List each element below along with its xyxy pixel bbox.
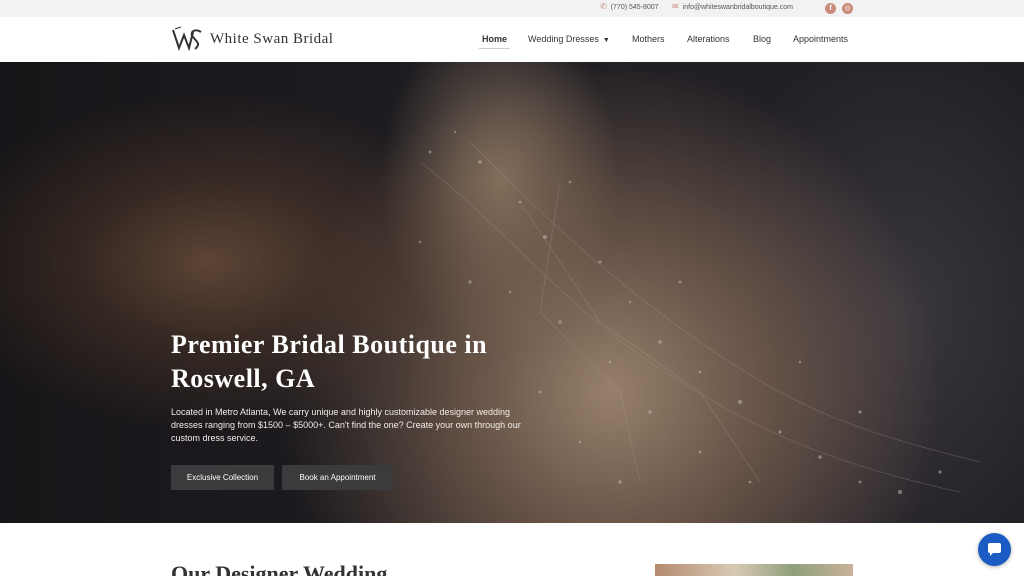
- site-header: White Swan Bridal Home Wedding Dresses ▼ …: [0, 17, 1024, 62]
- email-address[interactable]: info@whiteswanbridalboutique.com: [683, 4, 793, 11]
- top-utility-bar: ✆ (770) 545-8007 ✉ info@whiteswanbridalb…: [0, 0, 1024, 17]
- nav-wedding-dresses[interactable]: Wedding Dresses ▼: [528, 34, 610, 44]
- book-appointment-button[interactable]: Book an Appointment: [282, 465, 393, 490]
- site-logo[interactable]: White Swan Bridal: [171, 26, 333, 52]
- section-title: Our Designer Wedding: [171, 561, 388, 576]
- nav-blog[interactable]: Blog: [753, 34, 771, 44]
- nav-wedding-dresses-label: Wedding Dresses: [528, 34, 599, 44]
- facebook-icon[interactable]: f: [825, 3, 836, 14]
- hero-title: Premier Bridal Boutique in Roswell, GA: [171, 330, 488, 393]
- instagram-icon[interactable]: ◎: [842, 3, 853, 14]
- phone-number[interactable]: (770) 545-8007: [611, 4, 659, 11]
- hero-description: Located in Metro Atlanta, We carry uniqu…: [171, 407, 521, 443]
- nav-appointments[interactable]: Appointments: [793, 34, 848, 44]
- chevron-down-icon: ▼: [602, 37, 610, 44]
- exclusive-collection-button[interactable]: Exclusive Collection: [171, 465, 274, 490]
- swan-logo-icon: [172, 26, 202, 52]
- section-image: [655, 564, 853, 576]
- email-contact[interactable]: ✉ info@whiteswanbridalboutique.com: [672, 3, 793, 11]
- phone-icon: ✆: [600, 2, 607, 11]
- logo-text: White Swan Bridal: [210, 30, 334, 47]
- chat-bubble-icon: [988, 543, 1001, 556]
- hero-overlay: [0, 62, 1024, 523]
- nav-mothers[interactable]: Mothers: [632, 34, 665, 44]
- chat-button[interactable]: [978, 533, 1011, 566]
- nav-alterations[interactable]: Alterations: [687, 34, 730, 44]
- phone-contact[interactable]: ✆ (770) 545-8007: [600, 3, 659, 11]
- hero-banner: Premier Bridal Boutique in Roswell, GA L…: [0, 62, 1024, 523]
- mail-icon: ✉: [672, 2, 679, 11]
- nav-home[interactable]: Home: [478, 34, 511, 49]
